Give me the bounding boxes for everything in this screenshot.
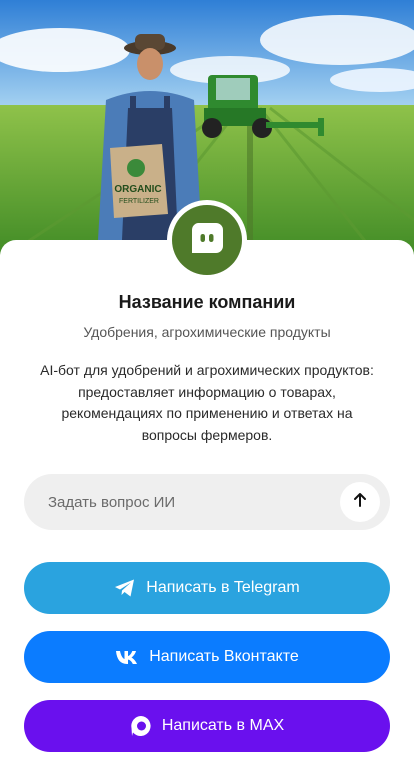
max-button[interactable]: Написать в MAX [24,700,390,752]
telegram-button-label: Написать в Telegram [146,579,300,596]
ask-ai-field[interactable] [24,474,390,530]
max-icon [130,715,152,737]
bag-label-line1: ORGANIC [114,184,161,195]
company-avatar [167,200,247,280]
ask-ai-input[interactable] [48,493,340,511]
vk-button-label: Написать Вконтакте [149,648,299,665]
max-button-label: Написать в MAX [161,717,285,734]
chat-bot-icon [188,219,226,262]
telegram-icon [114,578,136,598]
arrow-up-icon [352,492,368,513]
bag-label-line2: FERTILIZER [119,198,159,205]
company-name: Название компании [118,292,296,312]
vk-icon [115,649,139,665]
telegram-button[interactable]: Написать в Telegram [24,562,390,614]
company-description: AI-бот для удобрений и агрохимических пр… [40,362,374,443]
vk-button[interactable]: Написать Вконтакте [24,631,390,683]
send-button[interactable] [340,482,380,522]
company-subtitle: Удобрения, агрохимические продукты [83,324,331,340]
